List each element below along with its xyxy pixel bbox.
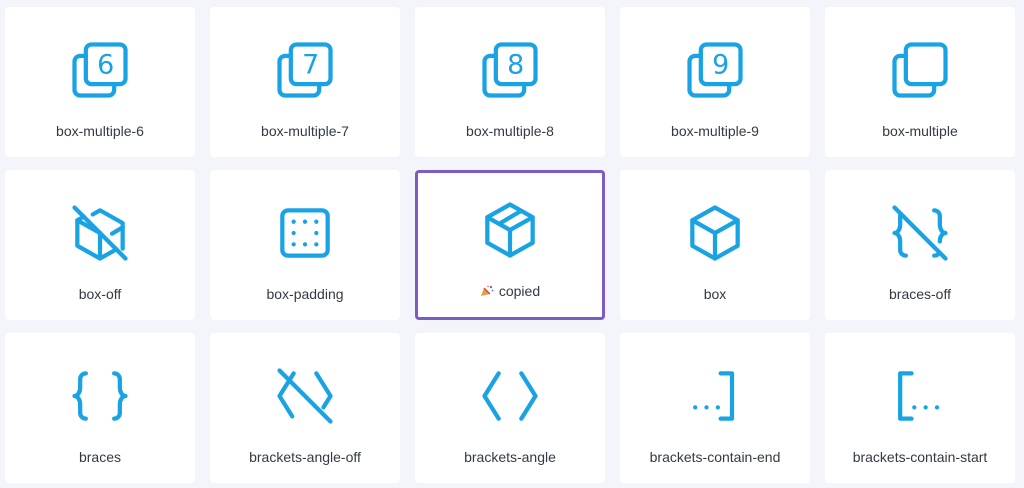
icon-card-box-off[interactable]: box-off — [5, 170, 195, 320]
icon-card-brackets-angle-off[interactable]: brackets-angle-off — [210, 333, 400, 483]
box-padding-icon — [271, 199, 339, 267]
box-multiple-icon — [886, 36, 954, 104]
svg-text:6: 6 — [97, 50, 114, 81]
icon-label: braces-off — [889, 286, 951, 302]
brackets-angle-off-icon — [271, 362, 339, 430]
brackets-contain-start-icon — [886, 362, 954, 430]
icon-card-box-multiple[interactable]: box-multiple — [825, 7, 1015, 157]
icon-label: brackets-angle-off — [249, 449, 361, 465]
box-off-icon — [66, 199, 134, 267]
icon-card-braces-off[interactable]: braces-off — [825, 170, 1015, 320]
braces-icon — [66, 362, 134, 430]
icon-card-copied[interactable]: copied — [415, 170, 605, 320]
icon-label: braces — [78, 449, 122, 465]
icon-grid: 6 box-multiple-6 7 box-multiple-7 8 box-… — [5, 7, 1019, 483]
box-multiple-8-icon: 8 — [476, 36, 544, 104]
icon-card-box-multiple-7[interactable]: 7 box-multiple-7 — [210, 7, 400, 157]
icon-card-box-multiple-8[interactable]: 8 box-multiple-8 — [415, 7, 605, 157]
icon-card-braces[interactable]: braces — [5, 333, 195, 483]
icon-label: box-multiple — [882, 123, 958, 139]
box-model-icon — [476, 196, 544, 264]
icon-label: box-multiple-7 — [261, 123, 349, 139]
party-popper-icon — [480, 285, 494, 296]
svg-text:7: 7 — [302, 50, 319, 81]
icon-label: brackets-angle — [464, 449, 556, 465]
braces-off-icon — [886, 199, 954, 267]
icon-card-box-multiple-9[interactable]: 9 box-multiple-9 — [620, 7, 810, 157]
icon-card-brackets-contain-end[interactable]: brackets-contain-end — [620, 333, 810, 483]
icon-label: box-multiple-8 — [466, 123, 554, 139]
copied-status: copied — [418, 283, 602, 299]
icon-label: brackets-contain-start — [852, 449, 988, 465]
icon-card-box-multiple-6[interactable]: 6 box-multiple-6 — [5, 7, 195, 157]
icon-label: brackets-contain-end — [649, 449, 781, 465]
icon-label: box — [703, 286, 727, 302]
icon-label: box-multiple-9 — [671, 123, 759, 139]
brackets-contain-end-icon — [681, 362, 749, 430]
icon-card-box[interactable]: box — [620, 170, 810, 320]
svg-text:9: 9 — [712, 50, 729, 81]
box-multiple-6-icon: 6 — [66, 36, 134, 104]
icon-card-brackets-contain-start[interactable]: brackets-contain-start — [825, 333, 1015, 483]
icon-card-brackets-angle[interactable]: brackets-angle — [415, 333, 605, 483]
icon-label: box-multiple-6 — [56, 123, 144, 139]
brackets-angle-icon — [476, 362, 544, 430]
box-icon — [681, 199, 749, 267]
icon-label: box-off — [78, 286, 122, 302]
svg-text:8: 8 — [507, 50, 524, 81]
copied-label: copied — [498, 283, 541, 299]
icon-label: box-padding — [266, 286, 344, 302]
box-multiple-7-icon: 7 — [271, 36, 339, 104]
icon-card-box-padding[interactable]: box-padding — [210, 170, 400, 320]
box-multiple-9-icon: 9 — [681, 36, 749, 104]
